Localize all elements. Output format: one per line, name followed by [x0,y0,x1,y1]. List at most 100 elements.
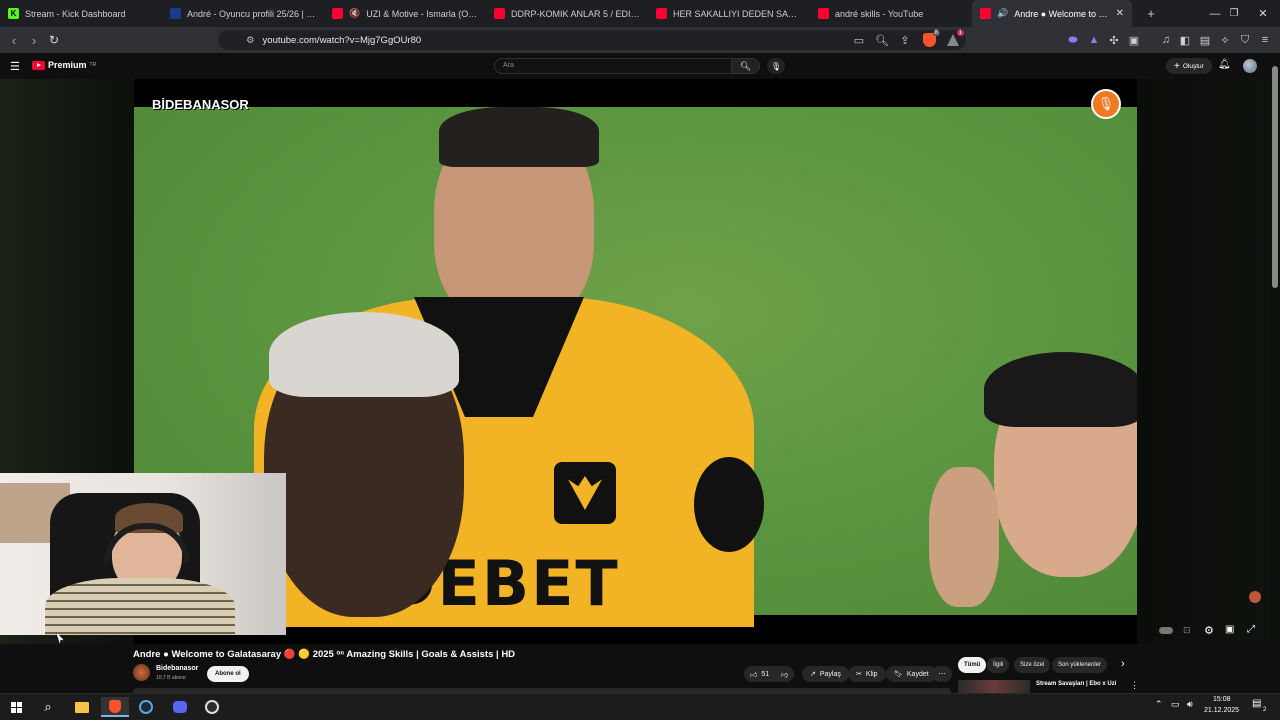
autoplay-toggle[interactable] [1159,627,1173,634]
scissors-icon: ✂ [856,671,862,678]
chevron-right-icon[interactable]: › [1121,658,1125,670]
tab-ddrp[interactable]: DDRP-KOMIK ANLAR 5 / EDITLI - Yo [486,0,648,27]
more-actions-button[interactable]: ⋯ [932,666,952,682]
rewards-icon[interactable]: 1 [944,30,964,49]
region-code: TR [89,62,97,68]
webcam-overlay [0,473,286,635]
tab-title: DDRP-KOMIK ANLAR 5 / EDITLI - Yo [511,8,640,19]
site-info-icon[interactable]: ⚙︎ [246,35,255,46]
muted-icon[interactable]: 🔇 [349,8,360,19]
channel-name[interactable]: Bidebanasor [156,665,198,672]
tab-andre-skills[interactable]: andré skills - YouTube [810,0,972,27]
share-icon: ↗ [810,671,816,678]
volume-icon[interactable]: 🔊︎ [1187,699,1193,710]
recommendation-title[interactable]: Stream Savaşları | Ebo x Uzi [1036,681,1116,687]
reader-icon[interactable]: ▣ [1125,31,1143,49]
subscribe-label: Abone ol [215,671,241,677]
avatar[interactable] [1243,59,1257,73]
vpn-icon[interactable]: ⬬ [1064,31,1082,49]
youtube-play-icon [32,60,45,70]
tab-title: HER SAKALLIYI DEDEN SANMA | 5Si [673,8,802,19]
subscribe-button[interactable]: Abone ol [207,666,249,682]
mic-icon: 🎙︎ [770,61,782,71]
clip-button[interactable]: ✂ Klip [848,666,886,682]
file-explorer-icon[interactable] [72,697,92,717]
settings-icon[interactable]: ⚙︎ [1204,624,1214,637]
voice-search-button[interactable]: 🎙︎ [767,58,785,74]
search-taskbar-icon[interactable]: ⌕ [38,697,58,717]
tab-title: andré skills - YouTube [835,8,924,19]
like-button[interactable]: 👍︎ 51 [744,666,776,682]
hamburger-icon[interactable]: ☰ [10,60,20,73]
discord-icon[interactable] [170,697,190,717]
clock-time[interactable]: 15:08 [1213,696,1231,703]
share-button[interactable]: ↗ Paylaş [802,666,849,682]
sidebar-icon[interactable]: ◧ [1176,31,1194,49]
more-icon: ⋯ [938,671,946,678]
chip-recent[interactable]: Son yüklenenler [1052,657,1108,673]
tray-chevron-icon[interactable]: ⌃ [1155,699,1163,710]
back-button[interactable]: ‹ [4,30,24,50]
recommendation-menu-icon[interactable]: ⋮ [1130,680,1139,691]
tab-uzi-ismarla[interactable]: 🔇 UZI & Motive - Ismarla (Official V [324,0,486,27]
notifications-icon[interactable]: 🔔︎ [1218,59,1231,70]
chip-for-you[interactable]: Size özel [1014,657,1051,673]
chip-label: Tümü [964,662,981,668]
miniplayer-icon[interactable]: ▣ [1225,624,1234,635]
search-input[interactable]: Ara [494,58,732,74]
brave-browser-icon[interactable] [101,697,129,717]
ai-icon[interactable]: ✧ [1216,31,1234,49]
new-tab-button[interactable]: + [1138,6,1164,21]
tab-her-sakalliyi[interactable]: HER SAKALLIYI DEDEN SANMA | 5Si [648,0,810,27]
subscriber-count: 10,7 B abone [156,675,186,681]
tab-title: UZI & Motive - Ismarla (Official V [366,8,478,19]
jersey-sleeve-logo [694,457,764,552]
extensions-icon[interactable]: ✣ [1105,31,1123,49]
shield-icon[interactable]: ⛉ [1236,31,1254,49]
clip-label: Klip [865,670,878,678]
tab-transfermarkt[interactable]: André - Oyuncu profili 25/26 | Transf [162,0,324,27]
chip-all[interactable]: Tümü [958,657,987,673]
notification-center-icon[interactable]: ▤ [1252,698,1261,709]
plus-icon: + [1174,60,1180,72]
dislike-button[interactable]: 👎︎ [775,666,795,682]
windows-start-icon[interactable] [6,697,26,717]
subtitles-icon[interactable]: ⊡ [1183,625,1191,636]
chip-related[interactable]: İlgili [987,657,1010,673]
cast-icon[interactable]: ▭ [850,31,868,49]
close-tab-icon[interactable]: ✕ [1116,8,1124,19]
steam-icon[interactable] [136,697,156,717]
search-button[interactable]: 🔍︎ [732,58,760,74]
url-text: youtube.com/watch?v=Mjg7GgOUr80 [262,34,422,46]
speaker-icon[interactable]: 🔊 [997,8,1008,19]
wallet-icon[interactable]: ▤ [1196,31,1214,49]
obs-icon[interactable] [202,697,222,717]
create-button[interactable]: + Oluştur [1166,58,1212,74]
save-button[interactable]: 🔖︎ Kaydet [886,666,937,682]
scrollbar-thumb[interactable] [1272,66,1278,288]
rewards-count: 1 [956,30,964,36]
tab-kick-dashboard[interactable]: K Stream - Kick Dashboard [0,0,162,27]
recommendation-thumbnail[interactable] [958,680,1030,693]
share-page-icon[interactable]: ⇪ [896,31,914,49]
menu-icon[interactable]: ≡ [1256,31,1274,49]
transfermarkt-icon [170,8,181,19]
forward-button[interactable]: › [24,30,44,50]
tab-title: Stream - Kick Dashboard [25,8,126,19]
thumb-down-icon: 👎︎ [781,671,789,679]
youtube-logo[interactable]: Premium TR [32,60,96,70]
clock-date[interactable]: 21.12.2025 [1204,707,1239,714]
music-icon[interactable]: ♫ [1157,31,1175,49]
tab-title: Andre ● Welcome to Galatas [1014,8,1109,19]
zoom-icon[interactable]: 🔍︎ [873,31,891,49]
tab-andre-galatasaray[interactable]: 🔊 Andre ● Welcome to Galatas ✕ [972,0,1132,27]
leo-icon[interactable]: ▲ [1085,31,1103,49]
close-window-button[interactable]: ✕ [1246,0,1280,27]
network-icon[interactable]: ▭ [1171,699,1180,710]
brave-shield-icon[interactable]: 8 [920,30,940,49]
reload-button[interactable]: ↻ [44,30,64,50]
channel-avatar[interactable] [133,664,150,681]
shield-count: 8 [932,30,940,36]
bookmark-save-icon: 🔖︎ [894,671,903,678]
fullscreen-icon[interactable]: ⤢ [1247,624,1255,635]
